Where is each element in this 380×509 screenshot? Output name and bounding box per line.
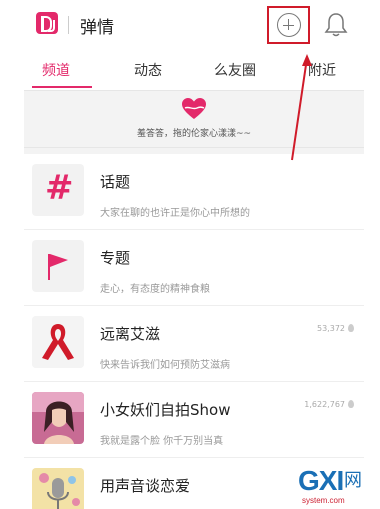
flame-icon (348, 400, 354, 408)
item-title: 专题 (100, 249, 131, 267)
selfie-photo (32, 392, 84, 444)
microphone-image (32, 468, 84, 509)
heart-icon (182, 98, 206, 119)
item-title: 用声音谈恋爱 (100, 477, 191, 495)
list-item[interactable]: 远离艾滋 快来告诉我们如何预防艾滋病 53,372 (24, 306, 364, 382)
item-subtitle: 快来告诉我们如何预防艾滋病 (100, 360, 230, 371)
title-divider (68, 16, 69, 34)
watermark-suffix: 网 (344, 470, 362, 491)
item-title: 小女妖们自拍Show (100, 401, 231, 419)
list-item[interactable]: 小女妖们自拍Show 我就是露个脸 你千万别当真 1,622,767 (24, 382, 364, 458)
watermark-logo: GXI (298, 465, 344, 496)
watermark-domain: system.com (302, 496, 345, 505)
tab-feed[interactable]: 动态 (134, 60, 162, 80)
app-title: 弹情 (80, 18, 114, 38)
plus-circle-icon (276, 13, 301, 37)
annotation-arrow (291, 54, 312, 161)
item-subtitle: 我就是露个脸 你千万别当真 (100, 436, 224, 447)
flag-icon (32, 240, 84, 292)
view-count: 1,622,767 (304, 400, 354, 409)
active-tab-indicator (32, 86, 92, 88)
app-screen: 弹情 频道 动态 么友圈 附近 羞答答，拖的伦家心漾漾~~ # 话题 大家在聊的… (24, 0, 364, 509)
bell-icon[interactable] (324, 12, 348, 38)
tab-channels[interactable]: 频道 (42, 60, 70, 80)
app-logo-icon (36, 12, 58, 34)
list-item[interactable]: # 话题 大家在聊的也许正是你心中所想的 (24, 154, 364, 230)
top-bar: 弹情 (24, 0, 364, 50)
view-count: 53,372 (317, 324, 354, 333)
item-subtitle: 大家在聊的也许正是你心中所想的 (100, 208, 250, 219)
red-ribbon-icon (32, 316, 84, 368)
flame-icon (348, 324, 354, 332)
item-subtitle: 走心，有态度的精神食粮 (100, 284, 210, 295)
item-title: 远离艾滋 (100, 325, 161, 343)
tab-friends-circle[interactable]: 么友圈 (214, 60, 256, 80)
hash-icon: # (32, 164, 84, 216)
add-button[interactable] (267, 6, 310, 44)
item-title: 话题 (100, 173, 131, 191)
list-item[interactable]: 专题 走心，有态度的精神食粮 (24, 230, 364, 306)
